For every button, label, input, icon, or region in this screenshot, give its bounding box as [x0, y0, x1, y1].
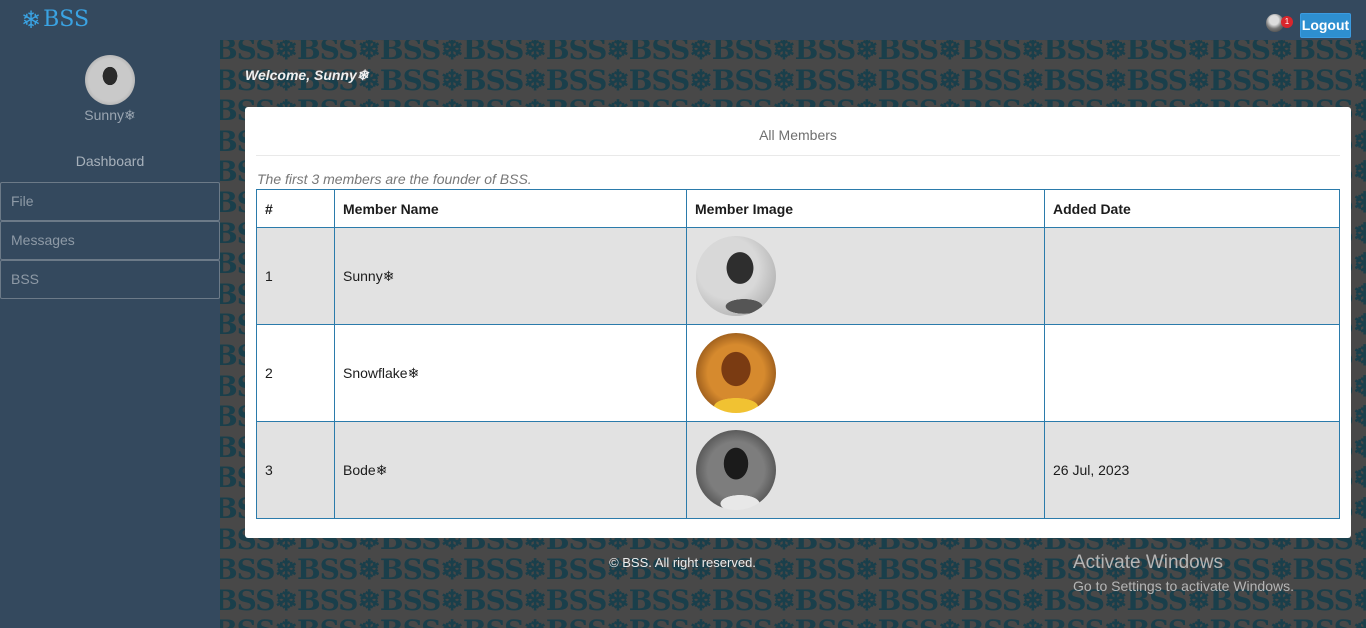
- member-image-cell: [686, 227, 1045, 325]
- column-header: Added Date: [1044, 189, 1340, 228]
- sidebar-item-file[interactable]: File: [0, 182, 220, 221]
- table-row: 3 Bode❄ 26 Jul, 2023: [256, 421, 1340, 519]
- activate-windows-watermark: Activate Windows Go to Settings to activ…: [1073, 552, 1294, 594]
- welcome-message: Welcome, Sunny❄: [245, 67, 369, 83]
- member-image-cell: [686, 421, 1045, 519]
- members-card: All Members The first 3 members are the …: [245, 107, 1351, 538]
- sidebar-item-dashboard[interactable]: Dashboard: [0, 153, 220, 169]
- profile-name: Sunny❄: [84, 107, 136, 123]
- main-content: BSS❄BSS❄BSS❄BSS❄BSS❄BSS❄BSS❄BSS❄BSS❄BSS❄…: [220, 40, 1366, 628]
- member-photo: [696, 430, 776, 510]
- member-number: 2: [256, 324, 335, 422]
- divider: [256, 155, 1340, 156]
- member-name: Bode❄: [334, 421, 687, 519]
- profile-avatar: [85, 55, 135, 105]
- footer-copyright: © BSS. All right reserved.: [609, 555, 756, 570]
- column-header: Member Name: [334, 189, 687, 228]
- top-navbar: ❄ BSS 1 Logout: [0, 0, 1366, 40]
- member-photo: [696, 236, 776, 316]
- member-photo: [696, 333, 776, 413]
- snowflake-icon: ❄: [21, 5, 42, 34]
- logout-button[interactable]: Logout: [1300, 13, 1351, 38]
- added-date: 26 Jul, 2023: [1044, 421, 1340, 519]
- activate-title: Activate Windows: [1073, 552, 1223, 573]
- sidebar-item-bss[interactable]: BSS: [0, 260, 220, 299]
- members-table: # Member Name Member Image Added Date 1 …: [256, 189, 1340, 519]
- notification-badge[interactable]: 1: [1281, 16, 1293, 28]
- member-name: Sunny❄: [334, 227, 687, 325]
- table-header-row: # Member Name Member Image Added Date: [256, 189, 1340, 228]
- founder-note: The first 3 members are the founder of B…: [257, 171, 532, 187]
- card-title: All Members: [759, 127, 837, 143]
- member-number: 1: [256, 227, 335, 325]
- brand-logo[interactable]: ❄ BSS: [21, 7, 89, 32]
- column-header: #: [256, 189, 335, 228]
- added-date: [1044, 324, 1340, 422]
- member-image-cell: [686, 324, 1045, 422]
- member-name: Snowflake❄: [334, 324, 687, 422]
- added-date: [1044, 227, 1340, 325]
- column-header: Member Image: [686, 189, 1045, 228]
- sidebar-item-messages[interactable]: Messages: [0, 221, 220, 260]
- brand-name: BSS: [43, 7, 90, 32]
- sidebar: Sunny❄ Dashboard File Messages BSS: [0, 40, 220, 628]
- member-number: 3: [256, 421, 335, 519]
- activate-subtitle: Go to Settings to activate Windows.: [1073, 578, 1294, 594]
- table-row: 1 Sunny❄: [256, 227, 1340, 325]
- table-row: 2 Snowflake❄: [256, 324, 1340, 422]
